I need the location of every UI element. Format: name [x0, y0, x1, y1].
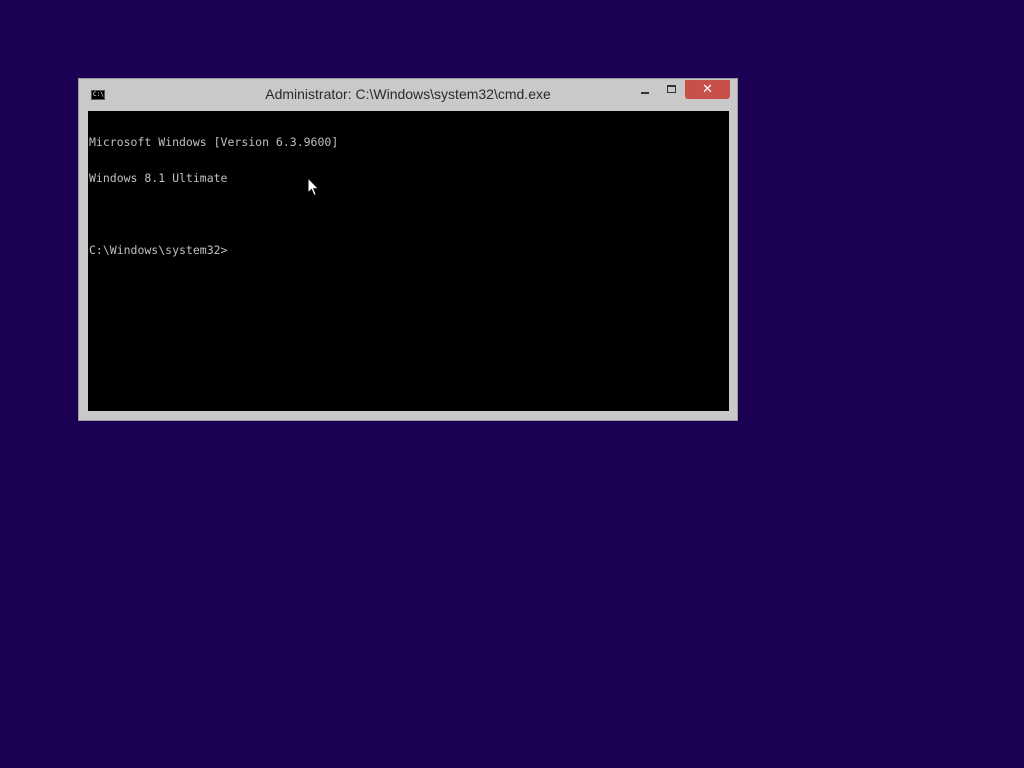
close-button[interactable]: ✕: [685, 80, 730, 99]
maximize-button[interactable]: [659, 80, 685, 99]
console-prompt[interactable]: C:\Windows\system32>: [89, 244, 729, 256]
console-line-blank: [89, 208, 729, 220]
cmd-window[interactable]: C:\ Administrator: C:\Windows\system32\c…: [78, 78, 738, 421]
minimize-button[interactable]: [632, 80, 658, 99]
console-line-edition: Windows 8.1 Ultimate: [89, 171, 228, 185]
mouse-pointer-icon: [307, 177, 320, 197]
close-icon: ✕: [702, 82, 713, 97]
console-line-version: Microsoft Windows [Version 6.3.9600]: [89, 135, 339, 149]
title-bar[interactable]: C:\ Administrator: C:\Windows\system32\c…: [79, 79, 737, 111]
console-output[interactable]: Microsoft Windows [Version 6.3.9600] Win…: [88, 111, 729, 411]
